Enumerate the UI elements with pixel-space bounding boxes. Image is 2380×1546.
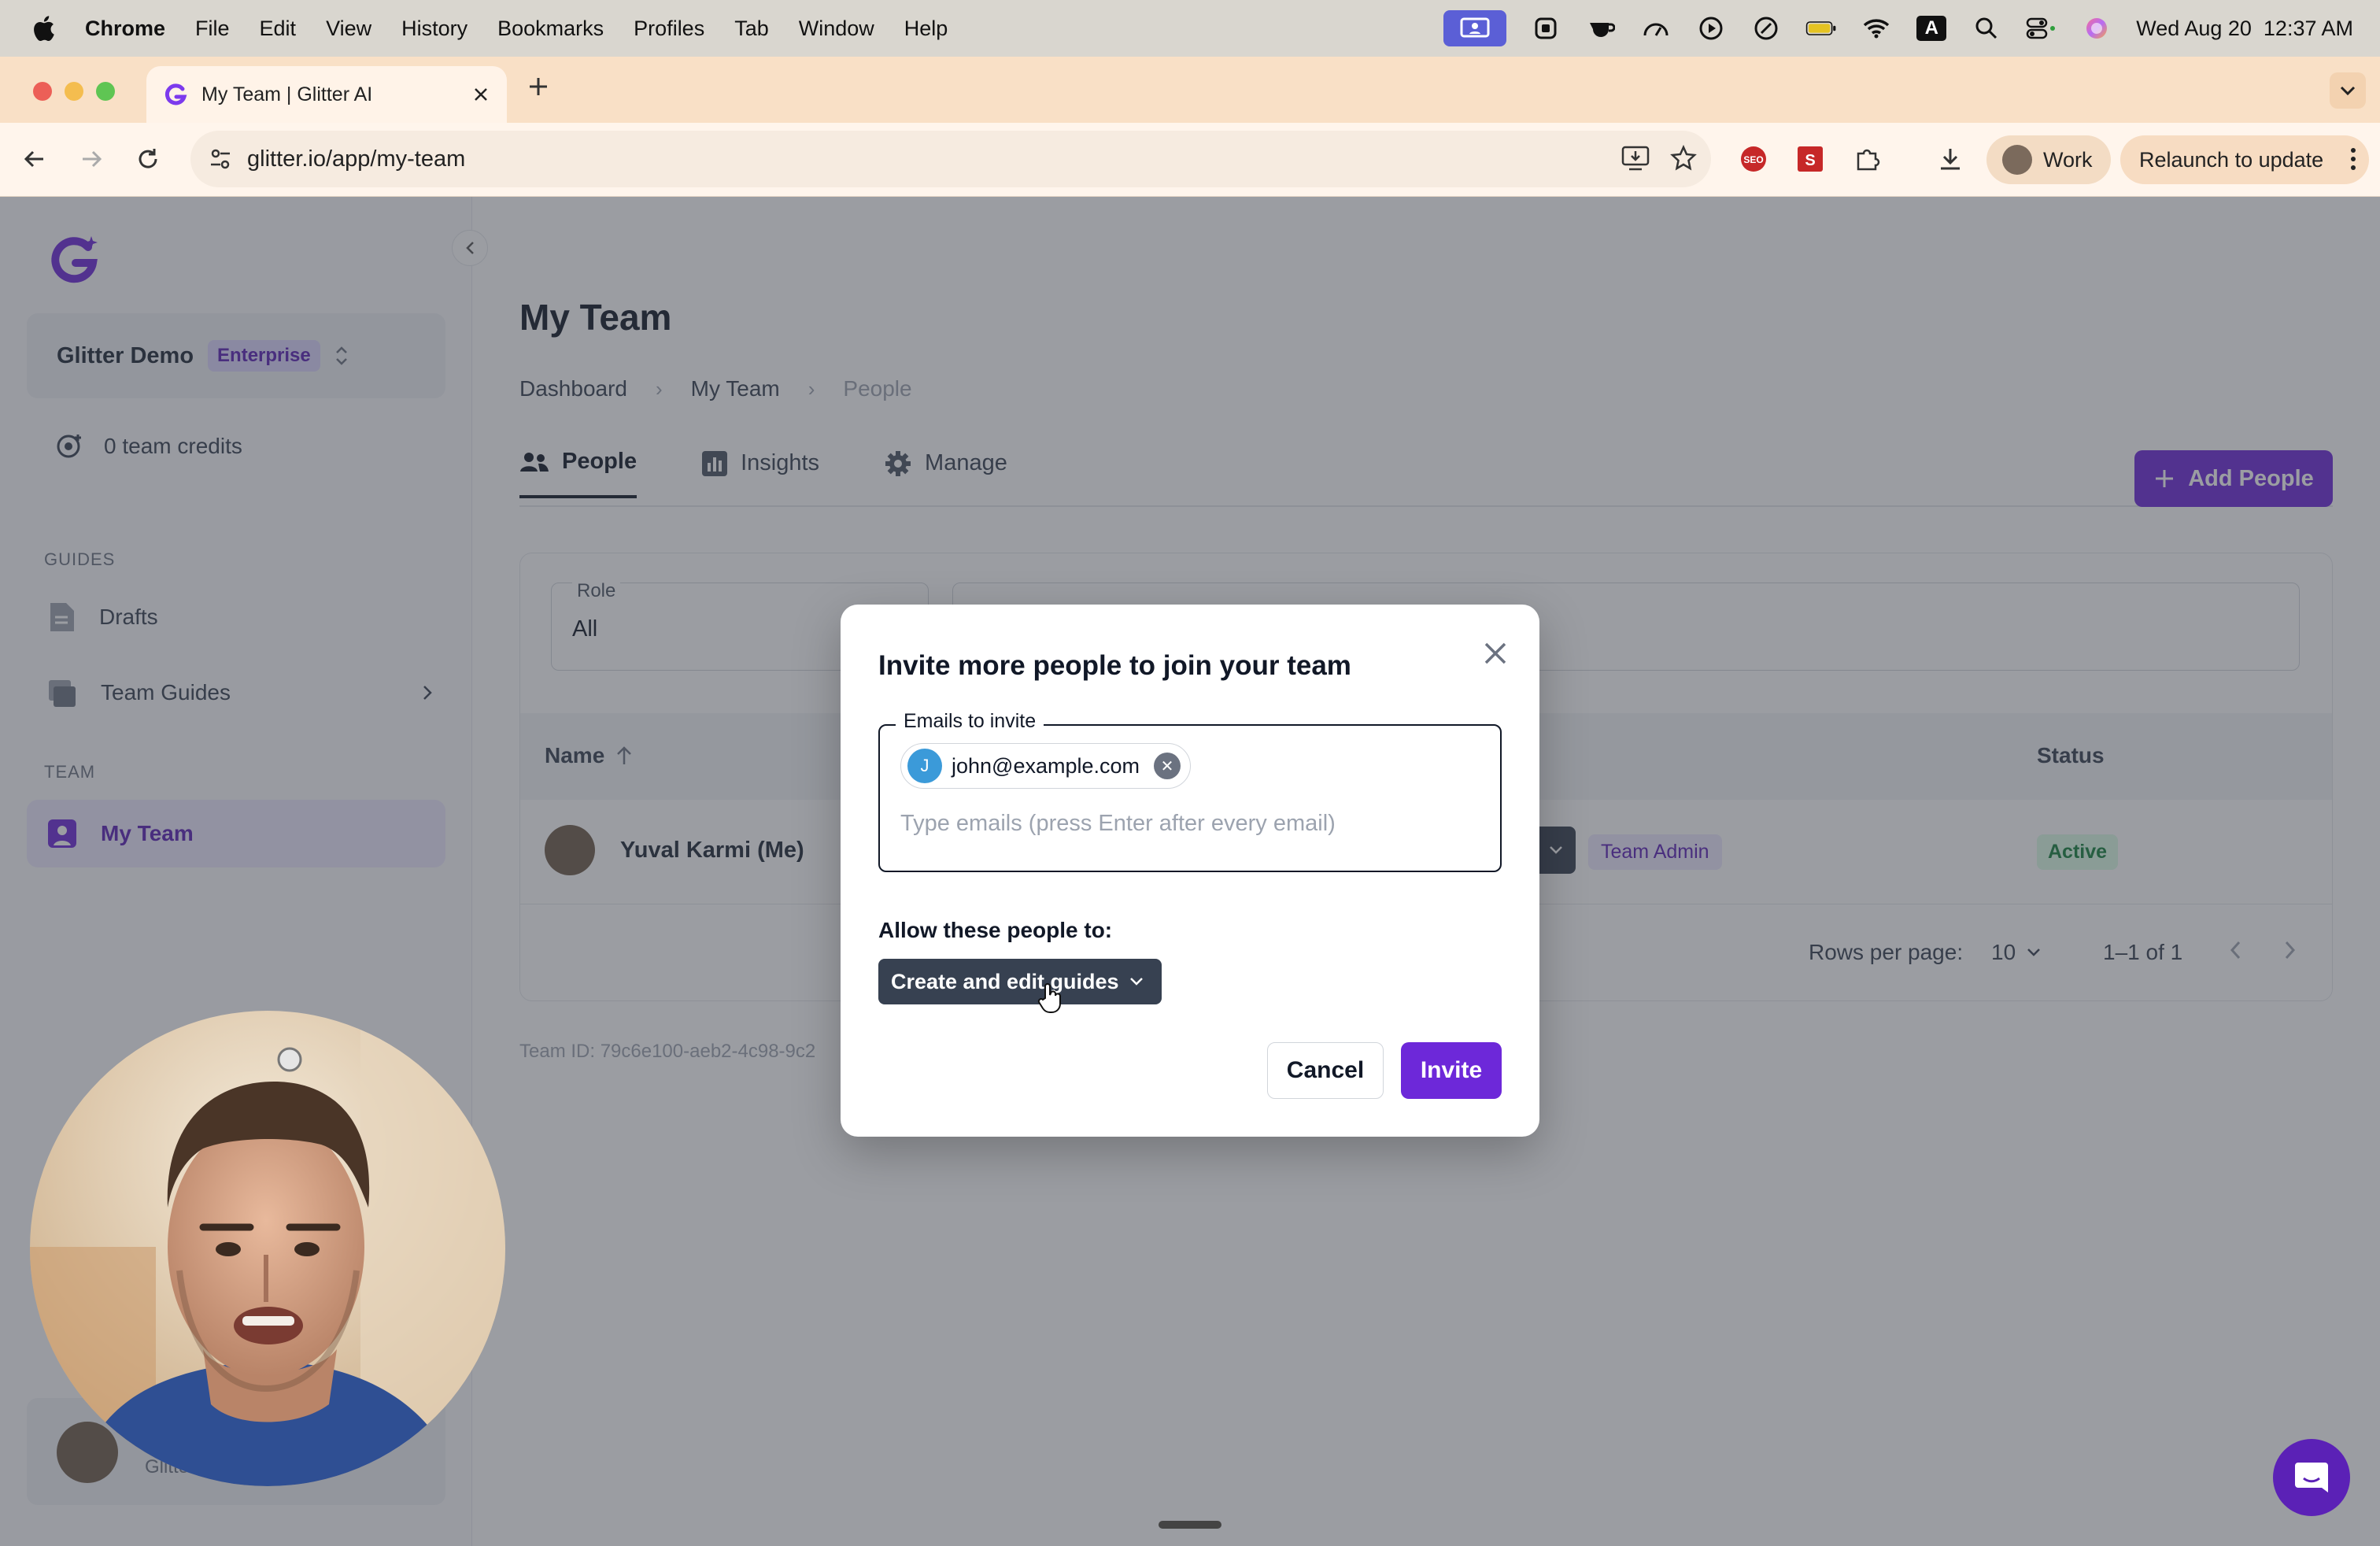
- macos-menubar: Chrome File Edit View History Bookmarks …: [0, 0, 2380, 57]
- wifi-icon[interactable]: [1861, 13, 1892, 44]
- menu-window[interactable]: Window: [799, 17, 874, 41]
- tab-search-icon[interactable]: [2330, 72, 2366, 109]
- menu-profiles[interactable]: Profiles: [634, 17, 704, 41]
- menu-tab[interactable]: Tab: [734, 17, 769, 41]
- webcam-bubble[interactable]: [30, 1011, 505, 1486]
- email-chip[interactable]: J john@example.com ✕: [900, 743, 1192, 789]
- menu-history[interactable]: History: [401, 17, 468, 41]
- s-extension-icon[interactable]: S: [1793, 142, 1828, 176]
- emails-field-label: Emails to invite: [896, 710, 1044, 733]
- chevron-down-icon: [1129, 976, 1144, 987]
- speedometer-icon[interactable]: [1640, 13, 1672, 44]
- window-zoom-light[interactable]: [96, 82, 115, 101]
- window-close-light[interactable]: [33, 82, 52, 101]
- menu-edit[interactable]: Edit: [260, 17, 297, 41]
- siri-icon[interactable]: [2081, 13, 2112, 44]
- control-center-icon[interactable]: [2026, 13, 2057, 44]
- spotlight-search-icon[interactable]: [1971, 13, 2002, 44]
- permission-dropdown[interactable]: Create and edit guides: [878, 959, 1162, 1004]
- new-tab-icon[interactable]: [527, 76, 549, 98]
- tab-close-icon[interactable]: [472, 86, 490, 103]
- tab-title: My Team | Glitter AI: [201, 83, 373, 105]
- invite-modal: Invite more people to join your team Ema…: [841, 605, 1539, 1137]
- apple-logo-icon[interactable]: [31, 15, 55, 42]
- window-minimize-light[interactable]: [65, 82, 83, 101]
- menu-help[interactable]: Help: [904, 17, 948, 41]
- invite-button[interactable]: Invite: [1401, 1042, 1502, 1099]
- email-input[interactable]: [900, 811, 1483, 837]
- hand-cursor-icon: [1037, 982, 1064, 1014]
- extensions-puzzle-icon[interactable]: [1850, 142, 1884, 176]
- email-chip-text: john@example.com: [952, 753, 1140, 778]
- profile-avatar: [2002, 145, 2032, 175]
- install-app-icon[interactable]: [1621, 145, 1650, 172]
- modal-title: Invite more people to join your team: [878, 650, 1351, 681]
- email-chip-avatar: J: [907, 749, 942, 783]
- forward-arrow-icon[interactable]: [74, 142, 109, 176]
- input-source-icon[interactable]: A: [1916, 13, 1947, 44]
- profile-button[interactable]: Work: [1986, 135, 2111, 184]
- pencil-circle-icon[interactable]: [1750, 13, 1782, 44]
- relaunch-update-button[interactable]: Relaunch to update: [2120, 135, 2369, 184]
- permission-label: Allow these people to:: [878, 918, 1113, 942]
- scroll-indicator: [1159, 1521, 1221, 1529]
- svg-text:SEO: SEO: [1743, 154, 1763, 165]
- svg-text:S: S: [1805, 152, 1815, 169]
- menu-view[interactable]: View: [326, 17, 371, 41]
- close-icon[interactable]: [1478, 636, 1513, 671]
- input-source-label: A: [1916, 16, 1947, 41]
- more-menu-icon[interactable]: [2350, 146, 2356, 172]
- bookmark-star-icon[interactable]: [1670, 145, 1697, 172]
- relaunch-label: Relaunch to update: [2139, 147, 2324, 172]
- menubar-app-name[interactable]: Chrome: [85, 17, 165, 41]
- address-bar[interactable]: glitter.io/app/my-team: [190, 131, 1711, 187]
- battery-icon[interactable]: [1805, 13, 1837, 44]
- url-text: glitter.io/app/my-team: [247, 146, 466, 172]
- browser-tab-active[interactable]: My Team | Glitter AI: [146, 66, 507, 123]
- glitter-favicon-icon: [164, 83, 187, 106]
- downloads-icon[interactable]: [1933, 142, 1968, 176]
- reload-icon[interactable]: [131, 142, 165, 176]
- cup-icon[interactable]: [1585, 13, 1617, 44]
- menu-bookmarks[interactable]: Bookmarks: [497, 17, 604, 41]
- menu-file[interactable]: File: [195, 17, 230, 41]
- cancel-button[interactable]: Cancel: [1267, 1042, 1384, 1099]
- stop-recording-icon[interactable]: [1530, 13, 1561, 44]
- menubar-clock[interactable]: Wed Aug 20 12:37 AM: [2136, 17, 2353, 41]
- screen-share-icon[interactable]: [1443, 10, 1507, 46]
- remove-email-icon[interactable]: ✕: [1154, 753, 1181, 779]
- back-arrow-icon[interactable]: [17, 142, 52, 176]
- permission-value: Create and edit guides: [891, 969, 1119, 993]
- site-settings-icon[interactable]: [208, 146, 233, 172]
- profile-label: Work: [2043, 147, 2093, 172]
- chat-support-icon[interactable]: [2273, 1439, 2350, 1516]
- seo-extension-icon[interactable]: SEO: [1736, 142, 1771, 176]
- play-circle-icon[interactable]: [1695, 13, 1727, 44]
